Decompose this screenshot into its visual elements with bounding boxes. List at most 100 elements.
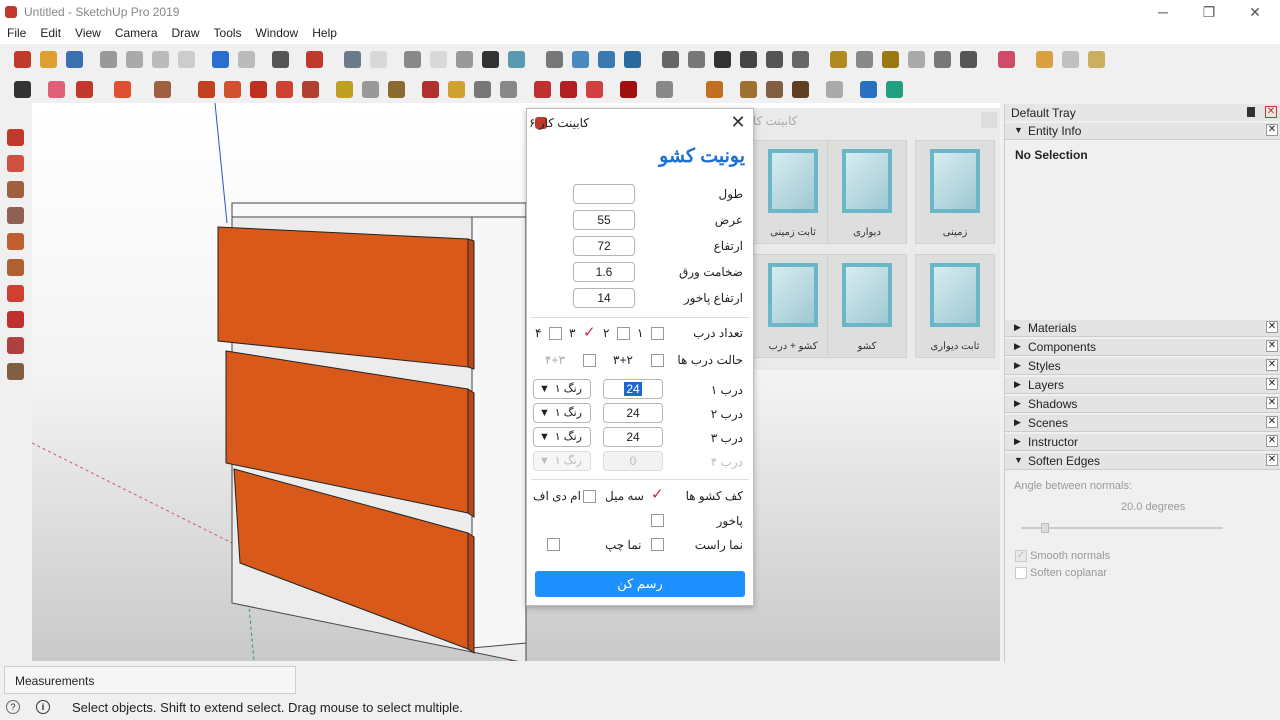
components-header[interactable]: ▶ Components ✕ [1005, 339, 1280, 356]
door-mode-1-checkbox[interactable] [651, 354, 664, 367]
rotated-rectangle-icon[interactable] [7, 207, 24, 224]
length-input[interactable] [573, 184, 635, 204]
model-info-icon[interactable] [306, 51, 323, 68]
panel-close-icon[interactable]: ✕ [1266, 378, 1278, 390]
layout-tool-icon[interactable] [826, 81, 843, 98]
open-file-icon[interactable] [40, 51, 57, 68]
panel-close-icon[interactable]: ✕ [1266, 340, 1278, 352]
select-icon[interactable] [14, 81, 31, 98]
menu-camera[interactable]: Camera [108, 24, 165, 42]
height-input[interactable]: 72 [573, 236, 635, 256]
print-icon[interactable] [272, 51, 289, 68]
rectangle-side-icon[interactable] [7, 181, 24, 198]
new-file-icon[interactable] [14, 51, 31, 68]
front-view-icon[interactable] [572, 51, 589, 68]
gallery-item[interactable]: زمینی [915, 140, 995, 244]
face-right-checkbox[interactable] [651, 538, 664, 551]
warehouse-share-icon[interactable] [560, 81, 577, 98]
warehouse-icon[interactable] [662, 51, 679, 68]
arc-icon[interactable] [114, 81, 131, 98]
smooth-normals-checkbox[interactable]: ✓ [1015, 550, 1027, 562]
extension-icon[interactable] [688, 51, 705, 68]
section-plane-icon[interactable] [830, 51, 847, 68]
close-button[interactable]: ✕ [1235, 2, 1275, 22]
drawer-floor-3mm-checkbox[interactable]: ✓ [651, 485, 664, 503]
styles-header[interactable]: ▶ Styles ✕ [1005, 358, 1280, 375]
menu-edit[interactable]: Edit [33, 24, 68, 42]
house-icon[interactable] [740, 51, 757, 68]
orbit-tool-icon[interactable] [422, 81, 439, 98]
draw-button[interactable]: رسم کن [535, 571, 745, 597]
export-tool-icon[interactable] [886, 81, 903, 98]
width-input[interactable]: 55 [573, 210, 635, 230]
outer-shell-icon[interactable] [1062, 51, 1079, 68]
door-3-input[interactable]: 24 [603, 427, 663, 447]
instructor-header[interactable]: ▶ Instructor ✕ [1005, 434, 1280, 451]
push-pull-icon[interactable] [198, 81, 215, 98]
plinth-checkbox[interactable] [651, 514, 664, 527]
soften-coplanar-checkbox[interactable] [1015, 567, 1027, 579]
copy-icon[interactable] [126, 51, 143, 68]
undo-icon[interactable] [212, 51, 229, 68]
pie-icon[interactable] [7, 337, 24, 354]
download-tool-icon[interactable] [860, 81, 877, 98]
rectangle-icon[interactable] [154, 81, 171, 98]
door-count-3-checkbox[interactable]: ✓ [583, 323, 596, 341]
door-count-1-checkbox[interactable] [651, 327, 664, 340]
face-left-checkbox[interactable] [547, 538, 560, 551]
scale-icon[interactable] [302, 81, 319, 98]
back-view-icon[interactable] [624, 51, 641, 68]
minimize-button[interactable]: ─ [1143, 2, 1183, 22]
door-3-color-select[interactable]: ▼ رنگ ۱ [533, 427, 591, 447]
arc-side-icon[interactable] [7, 285, 24, 302]
pan-icon[interactable] [448, 81, 465, 98]
angle-slider[interactable] [1021, 527, 1223, 529]
paste-icon[interactable] [152, 51, 169, 68]
cut-icon[interactable] [100, 51, 117, 68]
stamp-icon[interactable] [960, 51, 977, 68]
sandbox-icon[interactable] [856, 51, 873, 68]
menu-tools[interactable]: Tools [207, 24, 249, 42]
menu-help[interactable]: Help [305, 24, 344, 42]
panel-close-icon[interactable]: ✕ [1266, 435, 1278, 447]
shadows-header[interactable]: ▶ Shadows ✕ [1005, 396, 1280, 413]
sheet-thickness-input[interactable]: 1.6 [573, 262, 635, 282]
shaded-style-icon[interactable] [482, 51, 499, 68]
wrench-icon[interactable] [706, 81, 723, 98]
solid-tools-icon[interactable] [1036, 51, 1053, 68]
two-point-arc-icon[interactable] [7, 311, 24, 328]
entity-info-header[interactable]: ▼ Entity Info ✕ [1005, 123, 1280, 140]
eraser-icon[interactable] [48, 81, 65, 98]
xray-style-icon[interactable] [404, 51, 421, 68]
rotate-icon[interactable] [276, 81, 293, 98]
panel-close-icon[interactable]: ✕ [1266, 454, 1278, 466]
three-point-arc-icon[interactable] [7, 363, 24, 380]
menu-view[interactable]: View [68, 24, 108, 42]
panel-close-icon[interactable]: ✕ [1266, 359, 1278, 371]
soften-edges-header[interactable]: ▼ Soften Edges ✕ [1005, 453, 1280, 470]
materials-header[interactable]: ▶ Materials ✕ [1005, 320, 1280, 337]
circle-icon[interactable] [7, 233, 24, 250]
angle-slider-handle[interactable] [1041, 523, 1049, 533]
warehouse-get-icon[interactable] [534, 81, 551, 98]
pin-icon[interactable] [1247, 107, 1255, 117]
plinth-height-input[interactable]: 14 [573, 288, 635, 308]
gallery-item[interactable]: ثابت دیواری [915, 254, 995, 358]
info-icon[interactable]: i [36, 700, 50, 714]
pencil-icon[interactable] [7, 129, 24, 146]
component-icon[interactable] [792, 51, 809, 68]
mirror-icon[interactable] [998, 51, 1015, 68]
panel-close-icon[interactable]: ✕ [1266, 397, 1278, 409]
gallery-item[interactable]: کشو [827, 254, 907, 358]
menu-draw[interactable]: Draw [165, 24, 207, 42]
user-account-icon[interactable] [656, 81, 673, 98]
panel-tool-icon[interactable] [792, 81, 809, 98]
door-count-2-checkbox[interactable] [617, 327, 630, 340]
cabinet-tool-icon[interactable] [740, 81, 757, 98]
flip-edge-icon[interactable] [908, 51, 925, 68]
maximize-button[interactable]: ❐ [1189, 2, 1229, 22]
zoom-extents-icon[interactable] [500, 81, 517, 98]
drape-icon[interactable] [934, 51, 951, 68]
polygon-icon[interactable] [7, 259, 24, 276]
right-view-icon[interactable] [598, 51, 615, 68]
